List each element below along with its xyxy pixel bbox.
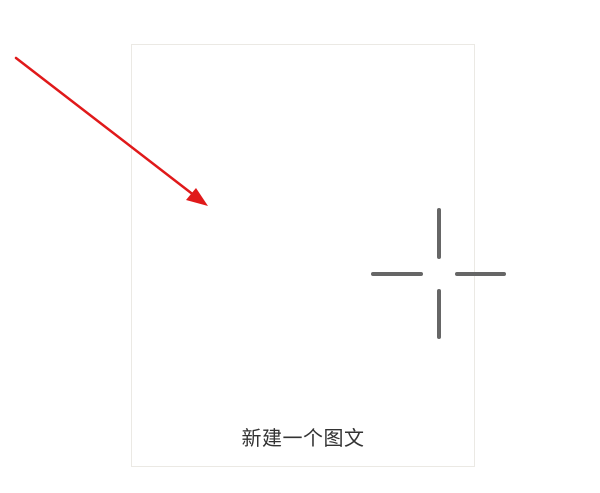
new-article-card[interactable]: 新建一个图文: [131, 44, 506, 467]
plus-icon: [371, 208, 506, 339]
card-label: 新建一个图文: [241, 426, 365, 450]
